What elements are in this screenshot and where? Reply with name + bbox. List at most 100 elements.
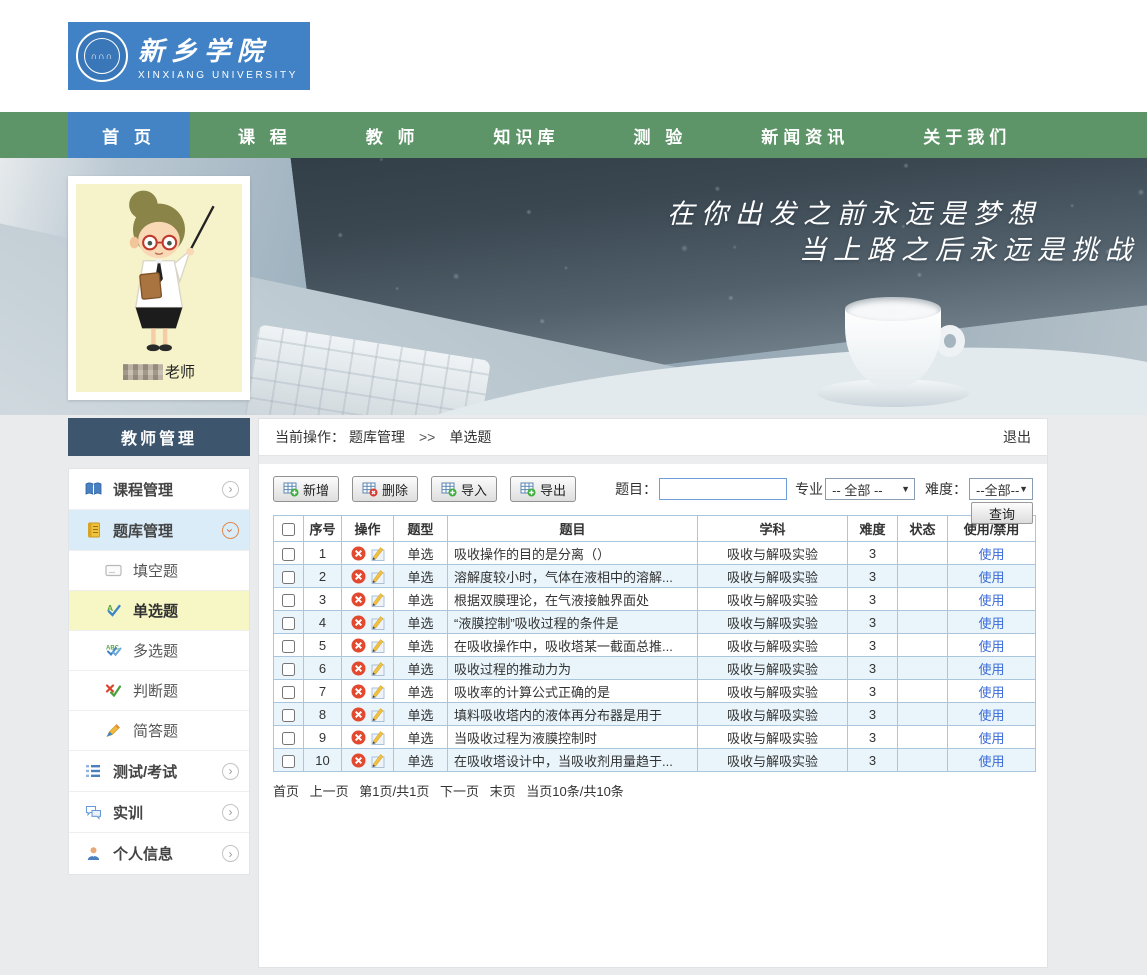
- use-link[interactable]: 使用: [978, 547, 1004, 562]
- sidebar-item-course-mgmt[interactable]: 课程管理 ›: [69, 469, 249, 510]
- breadcrumb: 当前操作： 题库管理 >> 单选题 退出: [259, 419, 1047, 456]
- row-checkbox[interactable]: [282, 548, 295, 561]
- pagination-first[interactable]: 首页: [273, 784, 299, 799]
- edit-row-icon[interactable]: [369, 614, 385, 630]
- pagination-next[interactable]: 下一页: [440, 784, 479, 799]
- row-checkbox[interactable]: [282, 571, 295, 584]
- difficulty-select[interactable]: --全部-- ▼: [969, 478, 1033, 500]
- row-difficulty: 3: [848, 588, 898, 611]
- table-row: 6 单选 吸收过程的推动力为 吸收与解吸实验 3 使用: [274, 657, 1036, 680]
- use-link[interactable]: 使用: [978, 616, 1004, 631]
- major-select[interactable]: -- 全部 -- ▼: [825, 478, 915, 500]
- multi-choice-icon: ABC: [103, 643, 123, 658]
- row-checkbox[interactable]: [282, 617, 295, 630]
- row-subject: 吸收与解吸实验: [698, 726, 848, 749]
- export-button[interactable]: 导出: [510, 476, 576, 502]
- major-filter-label: 专业: [795, 479, 823, 499]
- use-link[interactable]: 使用: [978, 639, 1004, 654]
- pagination-prev[interactable]: 上一页: [310, 784, 349, 799]
- add-button[interactable]: 新增: [273, 476, 339, 502]
- use-link[interactable]: 使用: [978, 685, 1004, 700]
- row-status: [898, 565, 948, 588]
- sidebar-item-fill-blank[interactable]: 填空题: [69, 551, 249, 591]
- sidebar-item-question-bank[interactable]: 题库管理 ›: [69, 510, 249, 551]
- pagination-last[interactable]: 末页: [490, 784, 516, 799]
- sidebar-item-multi-choice[interactable]: ABC 多选题: [69, 631, 249, 671]
- sidebar-item-training[interactable]: 实训 ›: [69, 792, 249, 833]
- edit-row-icon[interactable]: [369, 591, 385, 607]
- delete-row-icon[interactable]: [351, 569, 366, 584]
- sidebar-item-single-choice[interactable]: A 单选题: [69, 591, 249, 631]
- training-icon: [83, 805, 103, 820]
- sidebar-item-personal-info[interactable]: 个人信息 ›: [69, 833, 249, 874]
- use-link[interactable]: 使用: [978, 570, 1004, 585]
- edit-row-icon[interactable]: [369, 752, 385, 768]
- row-index: 4: [304, 611, 342, 634]
- use-link[interactable]: 使用: [978, 708, 1004, 723]
- delete-row-icon[interactable]: [351, 661, 366, 676]
- row-type: 单选: [394, 680, 448, 703]
- nav-item-knowledge[interactable]: 知识库: [467, 112, 585, 158]
- row-subject: 吸收与解吸实验: [698, 749, 848, 772]
- table-row: 5 单选 在吸收操作中，吸收塔某一截面总推... 吸收与解吸实验 3 使用: [274, 634, 1036, 657]
- sidebar-menu: 课程管理 › 题库管理 › 填空题 A 单选题 ABC 多选题 判断题: [68, 468, 250, 875]
- import-button[interactable]: 导入: [431, 476, 497, 502]
- delete-button[interactable]: 删除: [352, 476, 418, 502]
- nav-item-teachers[interactable]: 教 师: [340, 112, 446, 158]
- row-checkbox[interactable]: [282, 709, 295, 722]
- chevron-right-icon: ›: [222, 481, 239, 498]
- select-all-checkbox[interactable]: [282, 523, 295, 536]
- row-checkbox[interactable]: [282, 732, 295, 745]
- nav-item-news[interactable]: 新闻资讯: [735, 112, 875, 158]
- sidebar-item-judgment[interactable]: 判断题: [69, 671, 249, 711]
- row-status: [898, 542, 948, 565]
- edit-row-icon[interactable]: [369, 568, 385, 584]
- title-search-input[interactable]: [659, 478, 787, 500]
- table-row: 7 单选 吸收率的计算公式正确的是 吸收与解吸实验 3 使用: [274, 680, 1036, 703]
- edit-row-icon[interactable]: [369, 729, 385, 745]
- query-button[interactable]: 查询: [971, 502, 1033, 524]
- university-logo: ∩∩∩ 新乡学院 XINXIANG UNIVERSITY: [68, 22, 310, 90]
- use-link[interactable]: 使用: [978, 754, 1004, 769]
- nav-item-home[interactable]: 首 页: [68, 112, 190, 158]
- delete-row-icon[interactable]: [351, 592, 366, 607]
- use-link[interactable]: 使用: [978, 593, 1004, 608]
- edit-row-icon[interactable]: [369, 683, 385, 699]
- row-difficulty: 3: [848, 726, 898, 749]
- row-checkbox[interactable]: [282, 755, 295, 768]
- row-subject: 吸收与解吸实验: [698, 588, 848, 611]
- delete-row-icon[interactable]: [351, 753, 366, 768]
- delete-row-icon[interactable]: [351, 730, 366, 745]
- logout-link[interactable]: 退出: [1003, 427, 1031, 447]
- nav-item-quiz[interactable]: 测 验: [607, 112, 713, 158]
- nav-item-about[interactable]: 关于我们: [897, 112, 1037, 158]
- sidebar-item-tests-exams[interactable]: 测试/考试 ›: [69, 751, 249, 792]
- row-checkbox[interactable]: [282, 594, 295, 607]
- edit-row-icon[interactable]: [369, 706, 385, 722]
- row-checkbox[interactable]: [282, 663, 295, 676]
- row-checkbox[interactable]: [282, 686, 295, 699]
- select-arrow-icon: ▼: [901, 484, 910, 494]
- delete-row-icon[interactable]: [351, 546, 366, 561]
- delete-row-icon[interactable]: [351, 684, 366, 699]
- row-difficulty: 3: [848, 680, 898, 703]
- row-checkbox[interactable]: [282, 640, 295, 653]
- delete-row-icon[interactable]: [351, 707, 366, 722]
- use-link[interactable]: 使用: [978, 731, 1004, 746]
- use-link[interactable]: 使用: [978, 662, 1004, 677]
- teacher-avatar: [94, 188, 224, 353]
- sidebar-item-short-answer[interactable]: 简答题: [69, 711, 249, 751]
- nav-item-courses[interactable]: 课 程: [212, 112, 318, 158]
- edit-row-icon[interactable]: [369, 545, 385, 561]
- edit-row-icon[interactable]: [369, 637, 385, 653]
- row-title: 溶解度较小时，气体在液相中的溶解...: [448, 565, 698, 588]
- edit-row-icon[interactable]: [369, 660, 385, 676]
- add-button-label: 新增: [303, 480, 329, 499]
- delete-row-icon[interactable]: [351, 638, 366, 653]
- row-type: 单选: [394, 703, 448, 726]
- breadcrumb-section[interactable]: 题库管理: [349, 427, 405, 447]
- row-title: 根据双膜理论，在气液接触界面处: [448, 588, 698, 611]
- row-difficulty: 3: [848, 657, 898, 680]
- delete-row-icon[interactable]: [351, 615, 366, 630]
- table-row: 2 单选 溶解度较小时，气体在液相中的溶解... 吸收与解吸实验 3 使用: [274, 565, 1036, 588]
